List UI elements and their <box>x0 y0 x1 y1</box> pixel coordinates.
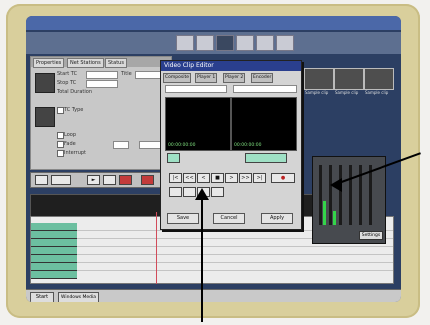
toolbar-button[interactable] <box>196 35 214 51</box>
apply-button[interactable]: Apply <box>261 213 293 224</box>
option-checkbox[interactable] <box>57 132 64 139</box>
option-checkbox[interactable] <box>57 141 64 148</box>
fader-track[interactable] <box>349 165 352 225</box>
thumbnail-label: Sample clip <box>365 90 389 95</box>
track-header[interactable] <box>31 223 77 231</box>
transport-end[interactable]: >| <box>253 173 266 183</box>
cancel-button[interactable]: Cancel <box>213 213 245 224</box>
audio-level-meter <box>323 201 326 225</box>
start-button[interactable]: Start <box>30 292 54 302</box>
fader-track[interactable] <box>329 165 332 225</box>
tab-player-1[interactable]: Player 1 <box>195 73 218 83</box>
field-label: Total Duration <box>57 89 92 95</box>
dialog-tabs: Composite Player 1 Player 2 Encoder <box>163 73 299 83</box>
track-header[interactable] <box>31 239 77 247</box>
field-label: Stop TC <box>57 80 77 86</box>
field-label: Title <box>121 71 132 77</box>
transport-back[interactable]: < <box>197 173 210 183</box>
fader-track[interactable] <box>319 165 322 225</box>
tab-properties[interactable]: Properties <box>33 58 65 68</box>
source-monitor: 00:00:00:00 <box>165 97 231 151</box>
option-checkbox[interactable] <box>57 107 64 114</box>
track-divider <box>77 254 393 255</box>
toolbar-button[interactable] <box>216 35 234 51</box>
app-titlebar <box>26 16 401 30</box>
mark-in-button[interactable] <box>167 153 180 163</box>
timeline-button[interactable] <box>103 175 116 185</box>
toolbar-button[interactable] <box>176 35 194 51</box>
program-monitor: 00:00:00:00 <box>231 97 297 151</box>
option-label: Interrupt <box>64 150 87 156</box>
track-header[interactable] <box>31 263 77 271</box>
transport-play[interactable]: > <box>225 173 238 183</box>
source-field[interactable] <box>165 85 227 93</box>
option-label: Fade <box>64 141 76 147</box>
clip-thumbnail-right[interactable] <box>304 68 334 90</box>
thumbnail-label: Sample clip <box>305 90 329 95</box>
clip-thumbnail-right[interactable] <box>334 68 364 90</box>
toolbar-button[interactable] <box>276 35 294 51</box>
tab-player-2[interactable]: Player 2 <box>223 73 246 83</box>
start-tc-field[interactable] <box>86 71 118 79</box>
option-checkbox[interactable] <box>57 150 64 157</box>
transport-rewind[interactable]: << <box>183 173 196 183</box>
properties-tabbar: Properties Net Stations Status <box>31 57 171 68</box>
save-button[interactable]: Save <box>167 213 199 224</box>
taskbar: Start Windows Media <box>26 289 401 302</box>
callout-line-bottom <box>201 200 203 322</box>
fader-track[interactable] <box>369 165 372 225</box>
video-clip-editor-dialog: Video Clip Editor Composite Player 1 Pla… <box>160 60 302 230</box>
tab-encoder[interactable]: Encoder <box>251 73 274 83</box>
transport-button[interactable] <box>169 187 182 197</box>
dest-field[interactable] <box>233 85 297 93</box>
clip-thumbnail <box>35 107 55 127</box>
track-divider <box>77 246 393 247</box>
track-header[interactable] <box>31 231 77 239</box>
callout-arrowhead-bottom <box>195 188 209 200</box>
fader-track[interactable] <box>339 165 342 225</box>
option-label: TC Type <box>64 107 84 113</box>
clip-thumbnail <box>35 73 55 93</box>
main-toolbar <box>26 32 401 55</box>
toolbar-button[interactable] <box>236 35 254 51</box>
tab-status[interactable]: Status <box>105 58 127 68</box>
transport-start[interactable]: |< <box>169 173 182 183</box>
thumbnail-label: Sample clip <box>335 90 359 95</box>
audio-level-meter <box>333 211 336 225</box>
field-label: Start TC <box>57 71 78 77</box>
monitor-screen: Properties Net Stations Status Start TC … <box>26 16 401 302</box>
properties-panel: Properties Net Stations Status Start TC … <box>30 56 172 170</box>
track-header[interactable] <box>31 247 77 255</box>
track-header[interactable] <box>31 271 77 279</box>
transport-forward[interactable]: >> <box>239 173 252 183</box>
option-label: Loop <box>64 132 76 138</box>
play-button[interactable]: ► <box>87 175 100 185</box>
taskbar-item[interactable]: Windows Media <box>58 292 100 302</box>
callout-arrowhead-right <box>330 178 342 192</box>
transport-button[interactable] <box>211 187 224 197</box>
track-header[interactable] <box>31 255 77 263</box>
timeline-playhead[interactable] <box>156 212 157 284</box>
mark-out-button[interactable] <box>245 153 287 163</box>
program-timecode: 00:00:00:00 <box>234 143 262 148</box>
track-divider <box>77 262 393 263</box>
dialog-title: Video Clip Editor <box>161 61 301 71</box>
transport-stop[interactable]: ■ <box>211 173 224 183</box>
stop-tc-field[interactable] <box>86 80 118 88</box>
timeline-button[interactable] <box>35 175 48 185</box>
tab-composite[interactable]: Composite <box>163 73 192 83</box>
tab-net-stations[interactable]: Net Stations <box>67 58 104 68</box>
clip-thumbnail-right[interactable] <box>364 68 394 90</box>
mixer-settings-button[interactable]: Settings <box>359 231 383 240</box>
track-divider <box>77 270 393 271</box>
record-button[interactable] <box>141 175 154 185</box>
source-timecode: 00:00:00:00 <box>168 143 196 148</box>
toolbar-button[interactable] <box>256 35 274 51</box>
timeline-button[interactable] <box>51 175 71 185</box>
transport-record[interactable]: ● <box>271 173 295 183</box>
record-button[interactable] <box>119 175 132 185</box>
value-field[interactable] <box>113 141 129 149</box>
